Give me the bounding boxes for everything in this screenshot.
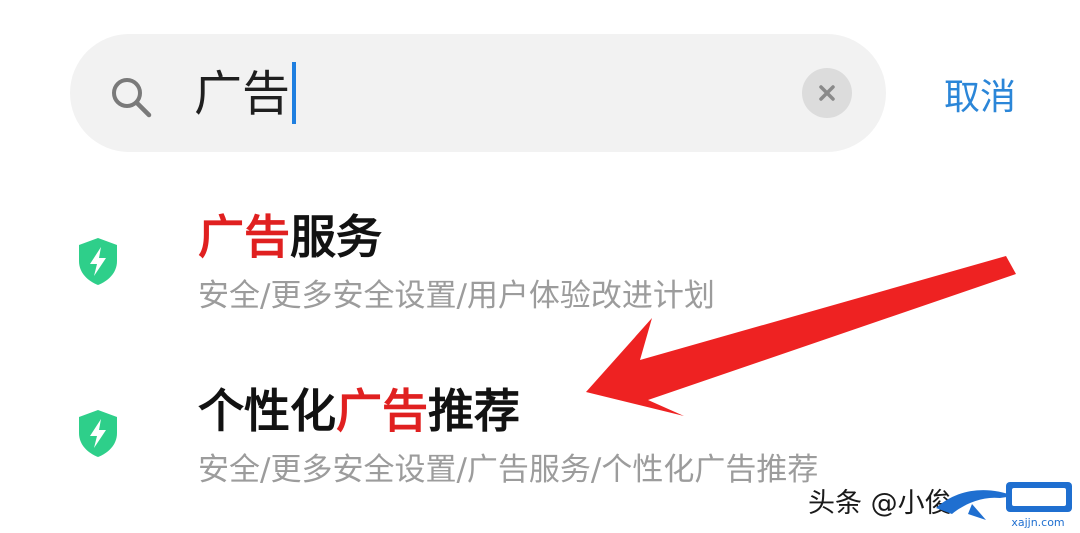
search-input[interactable]: 广告 xyxy=(194,62,290,126)
cancel-button[interactable]: 取消 xyxy=(944,72,1016,124)
clear-search-button[interactable] xyxy=(802,68,852,118)
close-icon xyxy=(819,85,835,101)
result-title-rest: 服务 xyxy=(290,210,382,264)
text-cursor xyxy=(292,62,296,124)
search-bar[interactable] xyxy=(70,34,886,152)
result-title-prefix: 个性化 xyxy=(198,384,336,438)
result-title: 个性化广告推荐 xyxy=(198,380,520,442)
settings-search-screen: 广告 取消 广告服务 安全/更多安全设置/用户体验改进计划 个性化广告推荐 安全… xyxy=(0,0,1080,533)
result-path: 安全/更多安全设置/广告服务/个性化广告推荐 xyxy=(198,452,819,488)
shield-bolt-icon xyxy=(79,238,117,285)
watermark-logo-text: xajjn.com xyxy=(1011,516,1064,529)
result-title-highlight: 广告 xyxy=(198,210,290,264)
result-title-highlight: 广告 xyxy=(336,384,428,438)
watermark-logo: xajjn.com xyxy=(936,482,1072,529)
result-path: 安全/更多安全设置/用户体验改进计划 xyxy=(198,278,715,314)
shield-bolt-icon xyxy=(79,410,117,457)
search-icon xyxy=(112,78,152,118)
result-title: 广告服务 xyxy=(198,206,382,268)
result-title-rest: 推荐 xyxy=(428,384,520,438)
